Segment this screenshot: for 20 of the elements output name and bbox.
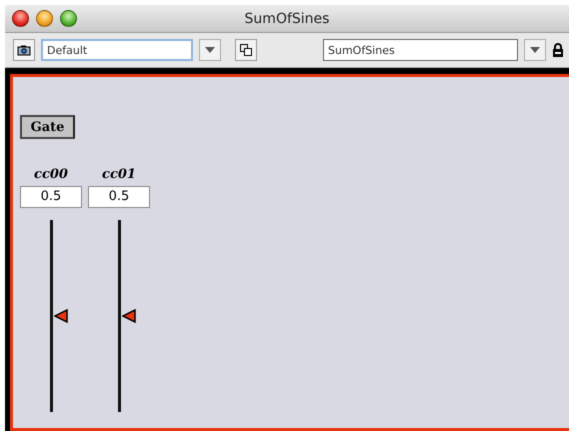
gate-button[interactable]: Gate (20, 115, 75, 139)
patch-field[interactable]: SumOfSines (323, 39, 518, 61)
value-field[interactable]: 0.5 (20, 186, 82, 208)
preset-field[interactable]: Default (41, 39, 193, 61)
slider-thumb[interactable] (122, 309, 136, 323)
zoom-button[interactable] (60, 10, 77, 27)
caret-icon (530, 47, 540, 53)
dropdown-button[interactable] (199, 39, 221, 61)
value-field[interactable]: 0.5 (88, 186, 150, 208)
camera-icon[interactable] (13, 39, 35, 61)
control-label: cc01 (102, 167, 136, 182)
close-button[interactable] (12, 10, 29, 27)
copy-icon[interactable] (235, 39, 257, 61)
slider-thumb[interactable] (54, 309, 68, 323)
window-title: SumOfSines (244, 10, 330, 26)
minimize-button[interactable] (36, 10, 53, 27)
dropdown-button[interactable] (524, 39, 546, 61)
caret-icon (205, 47, 215, 53)
control-label: cc00 (34, 167, 68, 182)
lock-icon[interactable] (552, 43, 564, 57)
